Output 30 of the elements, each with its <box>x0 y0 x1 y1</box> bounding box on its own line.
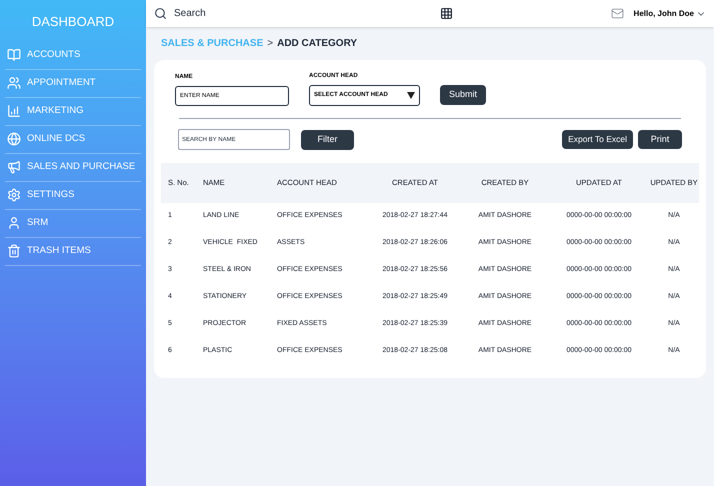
sidebar-item[interactable]: APPOINTMENT <box>5 70 141 98</box>
mail-icon[interactable] <box>610 7 624 20</box>
breadcrumb-current: ADD CATEGORY <box>277 37 358 51</box>
print-button[interactable]: Print <box>638 130 682 149</box>
breadcrumb-link[interactable]: SALES & PURCHASE <box>161 36 264 51</box>
sidebar-item[interactable]: ACCOUNTS <box>5 42 141 70</box>
user-greeting[interactable]: Hello, John Doe <box>634 8 694 20</box>
dropdown-triangle-icon <box>407 92 415 99</box>
sidebar-item[interactable]: SALES AND PURCHASE <box>5 154 141 182</box>
breadcrumb-separator: > <box>267 37 274 51</box>
book-icon <box>7 48 21 62</box>
submit-button[interactable]: Submit <box>440 85 486 105</box>
sidebar-item[interactable]: TRASH ITEMS <box>5 238 141 266</box>
user-icon <box>7 216 21 230</box>
filter-button[interactable]: Filter <box>301 130 354 150</box>
megaphone-icon <box>7 160 21 174</box>
search-icon <box>154 7 167 20</box>
sidebar-item[interactable]: SRM <box>5 210 141 238</box>
bar-chart-icon <box>7 104 21 118</box>
apps-grid-icon[interactable] <box>440 7 453 20</box>
search-field[interactable]: Search <box>174 6 374 21</box>
sidebar-item[interactable]: MARKETING <box>5 98 141 126</box>
sidebar-title: DASHBOARD <box>30 13 116 31</box>
sidebar-item[interactable]: ONLINE DCS <box>5 126 141 154</box>
sidebar-item[interactable]: SETTINGS <box>5 182 141 210</box>
globe-icon <box>7 132 21 146</box>
settings-icon <box>7 188 21 202</box>
trash-icon <box>7 244 21 258</box>
export-button[interactable]: Export To Excel <box>562 130 633 149</box>
users-icon <box>7 76 21 90</box>
